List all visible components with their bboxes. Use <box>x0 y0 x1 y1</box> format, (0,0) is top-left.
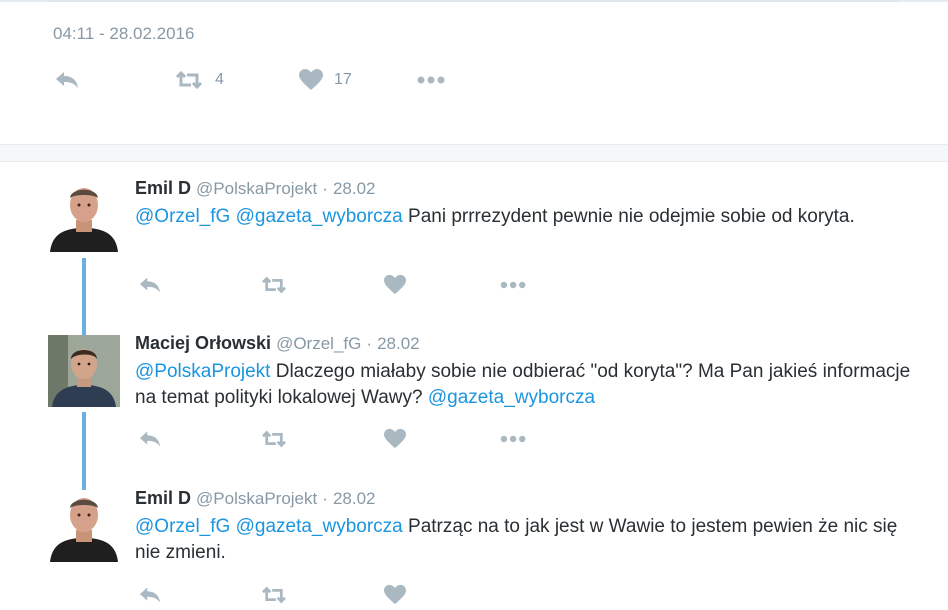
reply-tweet: Emil D @PolskaProjekt · 28.02 @Orzel_fG … <box>0 488 948 605</box>
reply-date[interactable]: 28.02 <box>333 489 376 508</box>
retweet-button[interactable] <box>259 428 289 450</box>
more-button[interactable] <box>499 274 529 296</box>
reply-tweet: Maciej Orłowski @Orzel_fG · 28.02 @Polsk… <box>0 333 948 473</box>
like-button[interactable] <box>383 274 407 296</box>
retweet-icon <box>259 274 289 296</box>
author-name[interactable]: Maciej Orłowski <box>135 333 271 353</box>
reply-actions <box>137 428 557 454</box>
author-handle[interactable]: @PolskaProjekt <box>196 179 317 198</box>
mention-link[interactable]: @gazeta_wyborcza <box>236 516 403 537</box>
author-name[interactable]: Emil D <box>135 488 191 508</box>
separator-dot: · <box>322 179 328 198</box>
more-icon <box>499 428 529 450</box>
reply-date[interactable]: 28.02 <box>333 179 376 198</box>
retweet-icon <box>173 68 205 92</box>
reply-actions <box>137 584 557 610</box>
retweet-icon <box>259 428 289 450</box>
more-button[interactable] <box>499 428 529 450</box>
reply-button[interactable] <box>137 584 163 606</box>
reply-text: @PolskaProjekt Dlaczego miałaby sobie ni… <box>135 359 925 411</box>
mention-link[interactable]: @Orzel_fG <box>135 516 230 537</box>
retweet-button[interactable] <box>259 584 289 606</box>
reply-button[interactable] <box>137 274 163 296</box>
reply-header: Maciej Orłowski @Orzel_fG · 28.02 <box>135 333 420 354</box>
reply-actions <box>137 274 557 300</box>
tweet-actions: 4 17 <box>53 68 473 98</box>
retweet-icon <box>259 584 289 606</box>
reply-tweet: Emil D @PolskaProjekt · 28.02 @Orzel_fG … <box>0 178 948 318</box>
heart-icon <box>383 428 407 450</box>
reply-text: @Orzel_fG @gazeta_wyborcza Patrząc na to… <box>135 514 925 566</box>
tweet-timestamp[interactable]: 04:11 - 28.02.2016 <box>53 24 194 44</box>
mention-link[interactable]: @PolskaProjekt <box>135 361 270 382</box>
reply-date[interactable]: 28.02 <box>377 334 420 353</box>
heart-icon <box>383 584 407 606</box>
reply-button[interactable] <box>137 428 163 450</box>
mention-link[interactable]: @gazeta_wyborcza <box>236 206 403 227</box>
retweet-button[interactable] <box>259 274 289 296</box>
separator-dot: · <box>322 489 328 508</box>
retweet-button[interactable]: 4 <box>173 68 224 92</box>
reply-header: Emil D @PolskaProjekt · 28.02 <box>135 178 375 199</box>
like-button[interactable]: 17 <box>298 68 352 92</box>
reply-text: @Orzel_fG @gazeta_wyborcza Pani prrrezyd… <box>135 204 925 230</box>
avatar[interactable] <box>48 490 120 562</box>
conversation-separator <box>0 144 948 162</box>
heart-icon <box>383 274 407 296</box>
like-button[interactable] <box>383 584 407 606</box>
more-icon <box>416 68 448 92</box>
heart-icon <box>298 68 324 92</box>
avatar[interactable] <box>48 180 120 252</box>
reply-header: Emil D @PolskaProjekt · 28.02 <box>135 488 375 509</box>
retweet-count: 4 <box>215 71 224 88</box>
reply-body: Pani prrrezydent pewnie nie odejmie sobi… <box>408 206 855 227</box>
author-handle[interactable]: @Orzel_fG <box>276 334 361 353</box>
author-handle[interactable]: @PolskaProjekt <box>196 489 317 508</box>
more-icon <box>499 274 529 296</box>
reply-icon <box>137 428 163 450</box>
reply-icon <box>53 68 81 92</box>
separator-dot: · <box>366 334 373 353</box>
reply-button[interactable] <box>53 68 81 92</box>
more-button[interactable] <box>416 68 448 92</box>
reply-icon <box>137 584 163 606</box>
author-name[interactable]: Emil D <box>135 178 191 198</box>
reply-icon <box>137 274 163 296</box>
avatar[interactable] <box>48 335 120 407</box>
mention-link[interactable]: @gazeta_wyborcza <box>428 387 595 408</box>
like-count: 17 <box>334 71 352 88</box>
tweet-card-border <box>48 0 900 2</box>
like-button[interactable] <box>383 428 407 450</box>
mention-link[interactable]: @Orzel_fG <box>135 206 230 227</box>
